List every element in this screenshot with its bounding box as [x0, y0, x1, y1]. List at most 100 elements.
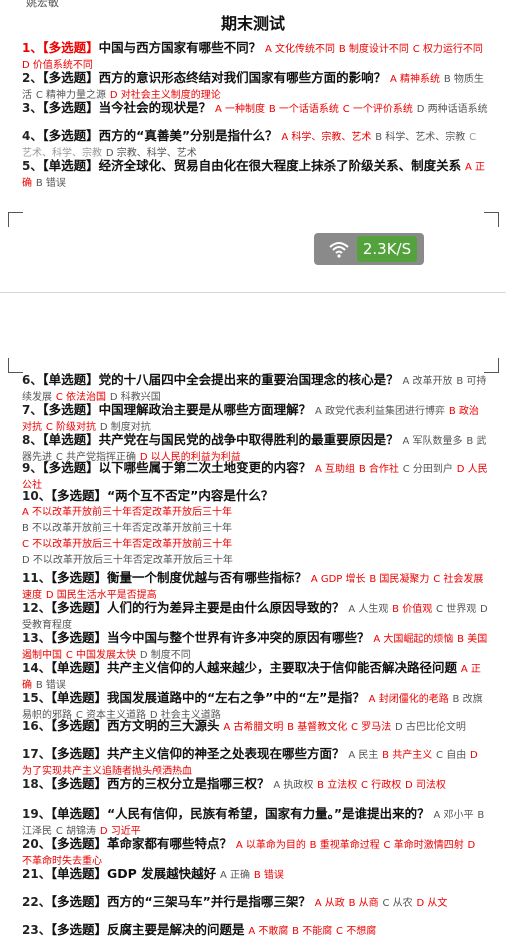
answer-option: C 革命时激情四射 — [383, 840, 464, 851]
answer-option: C 不想腐 — [336, 926, 377, 937]
question-type: 【多选题】 — [50, 718, 107, 733]
question-text: “两个互不否定”内容是什么？ — [106, 488, 274, 503]
answer-option: A 不以改革开放前三十年否定改革开放后三十年 — [22, 507, 233, 518]
question-number: 9、 — [22, 461, 43, 475]
question-number: 12、 — [22, 601, 51, 615]
question-number: 10、 — [22, 489, 51, 503]
question-type: 【多选题】 — [50, 894, 107, 909]
question-type: 【多选题】 — [50, 488, 107, 503]
question-item: 20、【多选题】革命家都有哪些特点？ A 以革命为目的 B 重视革命过程 C 革… — [22, 836, 488, 869]
answer-option: A 不敢腐 — [248, 926, 289, 937]
question-number: 11、 — [22, 571, 51, 585]
question-text: 我国发展道路中的“左右之争”中的“左”是指？ — [106, 690, 365, 705]
question-text: 中国与西方国家有哪些不同？ — [98, 40, 262, 55]
answer-option: A 一种制度 — [214, 104, 265, 115]
answer-option: A 人生观 — [348, 604, 389, 615]
answer-option: B 科学、艺术、宗教 — [375, 132, 466, 143]
question-number: 19、 — [22, 807, 51, 821]
answer-option: A 文化传统不同 — [264, 44, 335, 55]
question-item: 2、【多选题】西方的意识形态终结对我们国家有哪些方面的影响？ A 精神系统 B … — [22, 70, 488, 103]
question-text: 人们的行为差异主要是由什么原因导致的？ — [106, 600, 345, 615]
answer-option: B 不以改革开放前三十年否定改革开放前三十年 — [22, 523, 233, 534]
question-text: 当今中国与整个世界有许多冲突的原因有哪些？ — [106, 630, 370, 645]
question-item: 1、【多选题】中国与西方国家有哪些不同？ A 文化传统不同 B 制度设计不同 C… — [22, 40, 488, 73]
answer-option: C 自由 — [436, 750, 467, 761]
answer-option: D 古巴比伦文明 — [395, 722, 466, 733]
question-type: 【多选题】 — [50, 836, 107, 851]
question-item: 3、【多选题】当今社会的现状是？ A 一种制度 B 一个话语系统 C 一个评价系… — [22, 100, 488, 117]
answer-option: A 改革开放 — [402, 376, 453, 387]
question-number: 13、 — [22, 631, 51, 645]
question-number: 17、 — [22, 747, 51, 761]
answer-option: D 司法权 — [405, 780, 446, 791]
question-text: 西方的三权分立是指哪三权？ — [106, 776, 270, 791]
exam-page-1: 姚宏敏 期末测试 1、【多选题】中国与西方国家有哪些不同？ A 文化传统不同 B… — [0, 0, 506, 268]
answer-option: A 以革命为目的 — [235, 840, 306, 851]
question-number: 18、 — [22, 777, 51, 791]
question-type: 【多选题】 — [42, 402, 99, 417]
question-text: 反腐主要是解决的问题是 — [106, 922, 245, 937]
answer-option: A 正确 — [219, 870, 250, 881]
question-type: 【多选题】 — [50, 922, 107, 937]
answer-option: A 精神系统 — [389, 74, 440, 85]
question-item: 11、【多选题】衡量一个制度优越与否有哪些指标？ A GDP 增长 B 国民凝聚… — [22, 570, 488, 603]
question-number: 2、 — [22, 71, 43, 85]
question-type: 【多选题】 — [50, 776, 107, 791]
question-text: 共产主义信仰的神圣之处表现在哪些方面？ — [106, 746, 345, 761]
answer-option: B 错误 — [253, 870, 284, 881]
question-type: 【多选题】 — [42, 460, 99, 475]
corner-mark-top-right — [484, 358, 499, 373]
question-item: 10、【多选题】“两个互不否定”内容是什么？ A 不以改革开放前三十年否定改革开放… — [22, 488, 488, 568]
answer-option: C 行政权 — [361, 780, 402, 791]
question-item: 13、【多选题】当今中国与整个世界有许多冲突的原因有哪些？ A 大国崛起的烦恼 … — [22, 630, 488, 663]
question-item: 14、【单选题】共产主义信仰的人越来越少，主要取决于信仰能否解决路径问题 A 正… — [22, 660, 488, 693]
question-number: 16、 — [22, 719, 51, 733]
cut-off-header-text: 姚宏敏 — [26, 0, 59, 9]
question-number: 5、 — [22, 159, 43, 173]
question-number: 7、 — [22, 403, 43, 417]
question-number: 20、 — [22, 837, 51, 851]
question-type: 【多选题】 — [50, 630, 107, 645]
question-number: 21、 — [22, 867, 51, 881]
question-type: 【单选题】 — [50, 690, 107, 705]
question-number: 3、 — [22, 101, 43, 115]
question-type: 【单选题】 — [50, 806, 107, 821]
wifi-icon — [329, 242, 349, 258]
question-number: 6、 — [22, 373, 43, 387]
question-text: 共产主义信仰的人越来越少，主要取决于信仰能否解决路径问题 — [106, 660, 457, 675]
answer-option: B 立法权 — [317, 780, 358, 791]
question-text: 经济全球化、贸易自由化在很大程度上抹杀了阶级关系、制度关系 — [98, 158, 462, 173]
answer-option: B 一个话语系统 — [268, 104, 339, 115]
corner-mark-bottom-left — [8, 212, 23, 227]
page-gap — [0, 268, 506, 364]
question-number: 23、 — [22, 923, 51, 937]
corner-mark-bottom-right — [484, 212, 499, 227]
answer-option: B 基督教文化 — [287, 722, 348, 733]
question-item: 17、【多选题】共产主义信仰的神圣之处表现在哪些方面？ A 民主 B 共产主义 … — [22, 746, 488, 779]
question-type: 【多选题】 — [50, 570, 107, 585]
question-item: 23、【多选题】反腐主要是解决的问题是 A 不敢腐 B 不能腐 C 不想腐 — [22, 922, 488, 939]
answer-option: B 制度设计不同 — [338, 44, 409, 55]
answer-option: A 军队数量多 — [402, 436, 463, 447]
answer-option: A 科学、宗教、艺术 — [281, 132, 372, 143]
answer-option: D 不以改革开放后三十年否定改革开放后三十年 — [22, 555, 233, 566]
question-type: 【单选题】 — [42, 158, 99, 173]
answer-option: D 两种话语系统 — [416, 104, 488, 115]
question-type: 【多选题】 — [42, 70, 99, 85]
answer-option: C 权力运行不同 — [412, 44, 483, 55]
answer-option: B 错误 — [35, 178, 66, 189]
question-item: 6、【单选题】党的十八届四中全会提出来的重要治国理念的核心是？ A 改革开放 B… — [22, 372, 488, 405]
question-type: 【多选题】 — [42, 40, 99, 55]
answer-option: B 不能腐 — [292, 926, 333, 937]
question-text: 衡量一个制度优越与否有哪些指标？ — [106, 570, 307, 585]
question-type: 【多选题】 — [50, 746, 107, 761]
question-number: 15、 — [22, 691, 51, 705]
question-text: “人民有信仰，民族有希望，国家有力量。”是谁提出来的？ — [106, 806, 430, 821]
question-text: 西方文明的三大源头 — [106, 718, 220, 733]
question-item: 18、【多选题】西方的三权分立是指哪三权？ A 执政权 B 立法权 C 行政权 … — [22, 776, 488, 793]
question-item: 16、【多选题】西方文明的三大源头 A 古希腊文明 B 基督教文化 C 罗马法 … — [22, 718, 488, 735]
question-type: 【单选题】 — [42, 432, 99, 447]
answer-option: C 罗马法 — [351, 722, 392, 733]
network-speed-indicator: 2.3K/S — [314, 233, 424, 265]
answer-option: B 共产主义 — [382, 750, 433, 761]
